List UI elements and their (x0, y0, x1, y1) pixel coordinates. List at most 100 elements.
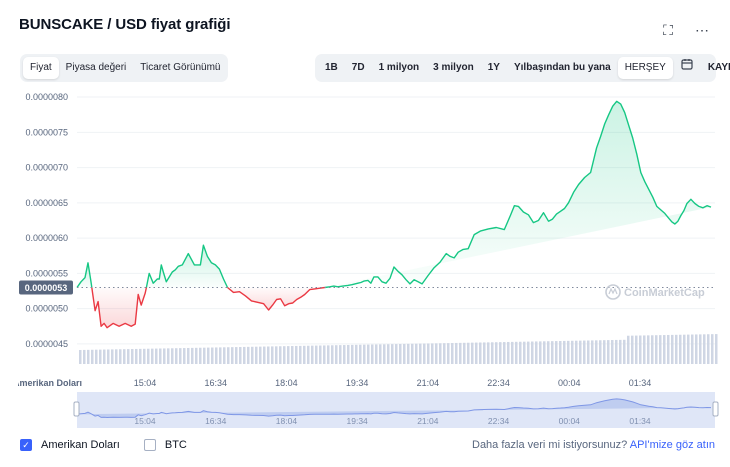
volume-bar (215, 347, 218, 364)
navigator-handle-right[interactable] (712, 401, 719, 417)
volume-bar (315, 345, 318, 364)
volume-bar (359, 344, 362, 364)
volume-bar (699, 334, 702, 364)
fullscreen-icon[interactable]: ⛶ (660, 22, 676, 39)
usd-checkbox[interactable]: ✓ Amerikan Doları (20, 439, 120, 451)
range-all[interactable]: HERŞEY (617, 57, 673, 79)
more-icon[interactable]: ⋯ (694, 22, 710, 39)
volume-bar (163, 348, 166, 364)
volume-bar (531, 341, 534, 364)
navigator-tick-label: 01:34 (629, 416, 651, 426)
volume-bar (571, 340, 574, 364)
range-7d[interactable]: 7D (345, 57, 372, 79)
volume-bar (587, 340, 590, 364)
volume-bar (559, 341, 562, 364)
volume-bar (323, 345, 326, 364)
volume-bar (415, 343, 418, 364)
volume-bar (703, 334, 706, 364)
x-tick-label: 01:34 (629, 378, 652, 388)
range-1y[interactable]: 1Y (481, 57, 507, 79)
volume-bar (83, 349, 86, 364)
volume-bar (187, 347, 190, 364)
range-1d[interactable]: 1B (318, 57, 345, 79)
volume-bar (711, 334, 714, 364)
volume-bar (539, 341, 542, 364)
volume-bar (643, 335, 646, 364)
navigator-tick-label: 21:04 (417, 416, 439, 426)
volume-bar (695, 334, 698, 364)
navigator-handle-left[interactable] (73, 401, 80, 417)
volume-bar (107, 349, 110, 364)
volume-bar (375, 344, 378, 364)
volume-bar (287, 346, 290, 364)
axis-label-mask (0, 376, 18, 390)
volume-bar (503, 342, 506, 364)
tab-price[interactable]: Fiyat (23, 57, 59, 79)
checkbox-checked-icon: ✓ (20, 439, 32, 451)
volume-bar (159, 348, 162, 364)
x-tick-label: 21:04 (417, 378, 440, 388)
volume-bar (439, 343, 442, 364)
volume-bar (111, 349, 114, 364)
volume-bar (523, 341, 526, 364)
volume-bar (391, 344, 394, 364)
range-1m[interactable]: 1 milyon (372, 57, 427, 79)
volume-bar (307, 345, 310, 364)
volume-bar (383, 344, 386, 364)
volume-bar (547, 341, 550, 364)
volume-bar (123, 349, 126, 364)
y-tick-label: 0.0000060 (25, 233, 68, 243)
navigator-tick-label: 22:34 (488, 416, 510, 426)
x-tick-label: 00:04 (558, 378, 581, 388)
volume-bar (151, 348, 154, 364)
volume-bar (563, 340, 566, 364)
price-chart[interactable]: 0.0000053 0.0000080 0.0000075 0.0000070 0.0… (0, 90, 730, 430)
range-ytd[interactable]: Yılbaşından bu yana (507, 57, 618, 79)
volume-bar (515, 341, 518, 364)
btc-checkbox[interactable]: BTC (143, 439, 187, 451)
volume-bar (263, 346, 266, 364)
volume-bar (247, 346, 250, 364)
navigator-tick-label: 18:04 (276, 416, 298, 426)
volume-bar (707, 334, 710, 364)
volume-bar (511, 341, 514, 364)
volume-bar (87, 349, 90, 364)
volume-bar (447, 343, 450, 364)
range-3m[interactable]: 3 milyon (426, 57, 481, 79)
tab-trading-view[interactable]: Ticaret Görünümü (133, 57, 227, 79)
export-button[interactable]: KAYIT (701, 57, 730, 79)
volume-bar (687, 334, 690, 364)
volume-bar (631, 335, 634, 364)
volume-bar (283, 346, 286, 364)
volume-bar (655, 335, 658, 364)
volume-bar (527, 341, 530, 364)
volume-bar (635, 335, 638, 364)
volume-bar (487, 342, 490, 364)
volume-bar (451, 343, 454, 364)
tab-market-cap[interactable]: Piyasa değeri (59, 57, 134, 79)
volume-bar (267, 346, 270, 364)
volume-bar (543, 341, 546, 364)
volume-bar (135, 348, 138, 364)
calendar-icon[interactable] (673, 57, 701, 79)
volume-bar (155, 348, 158, 364)
watermark-text: CoinMarketCap (624, 287, 705, 299)
volume-bars (79, 334, 718, 364)
volume-bar (331, 345, 334, 364)
volume-bar (463, 342, 466, 364)
volume-bar (651, 335, 654, 364)
navigator-tick-label: 19:34 (347, 416, 369, 426)
volume-bar (203, 347, 206, 364)
volume-bar (195, 347, 198, 364)
api-link[interactable]: API'mize göz atın (630, 439, 715, 451)
volume-bar (191, 347, 194, 364)
volume-bar (295, 345, 298, 364)
volume-bar (175, 348, 178, 364)
volume-bar (647, 335, 650, 364)
price-line-up (324, 100, 712, 289)
volume-bar (115, 349, 118, 364)
volume-bar (327, 345, 330, 364)
volume-bar (491, 342, 494, 364)
price-area-down (227, 287, 325, 310)
volume-bar (147, 348, 150, 364)
